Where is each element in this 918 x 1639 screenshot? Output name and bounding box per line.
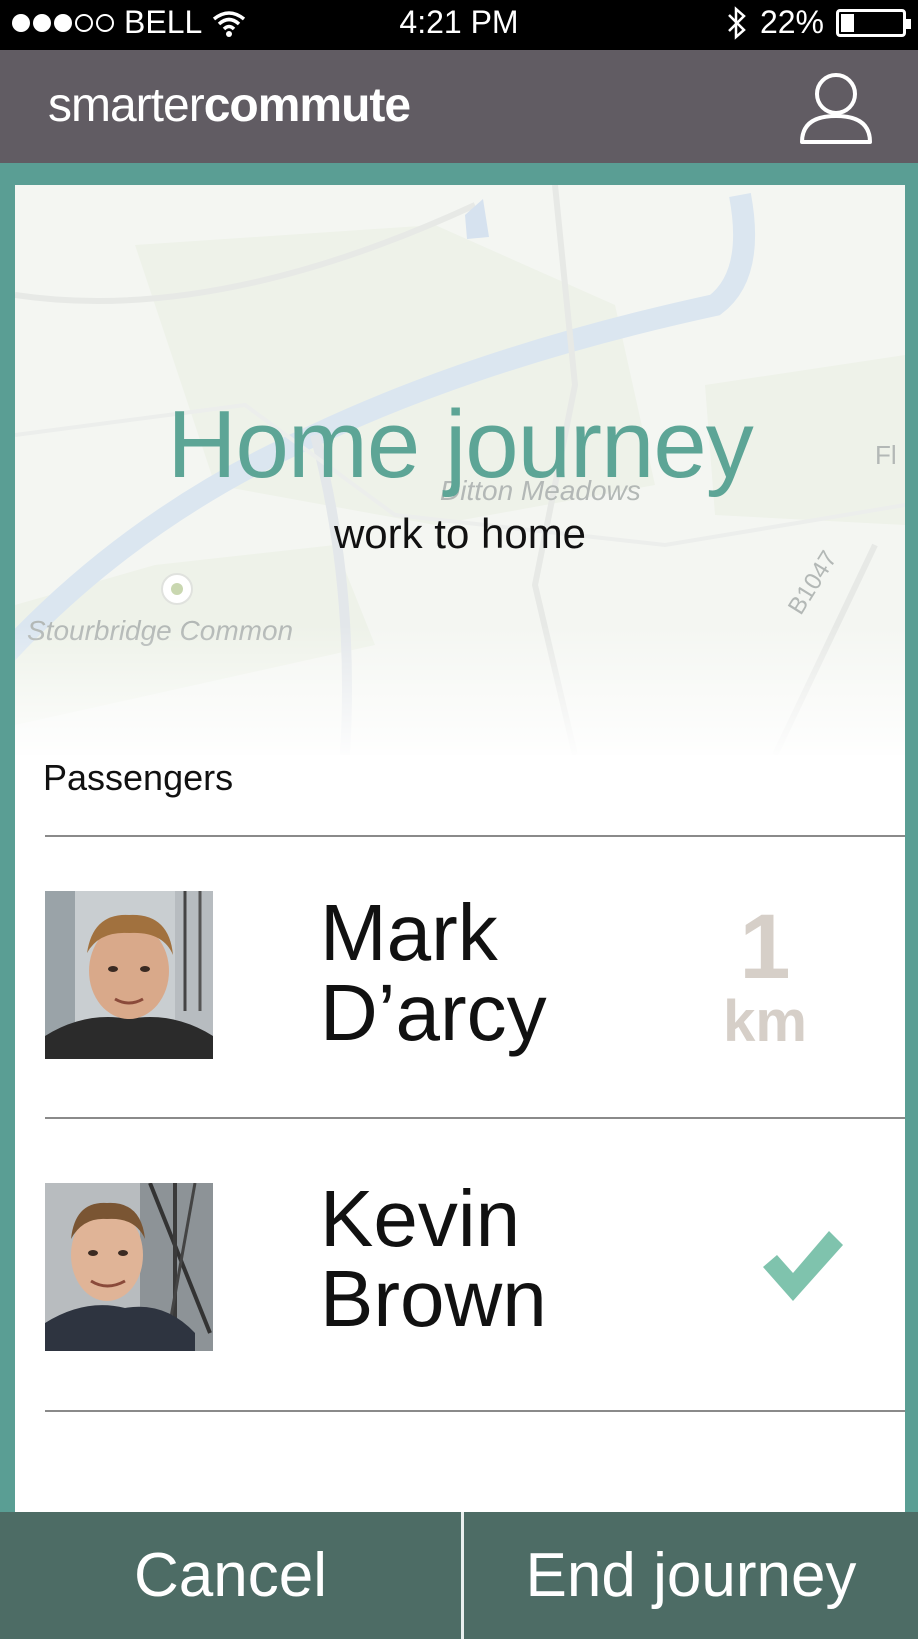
distance-badge: 1 km <box>723 896 807 1054</box>
passengers-heading: Passengers <box>43 757 234 798</box>
journey-subtitle: work to home <box>333 510 587 557</box>
end-journey-button[interactable]: End journey <box>464 1512 918 1639</box>
status-right: 22% <box>726 4 911 41</box>
passenger-name: Kevin Brown <box>320 1174 547 1343</box>
passenger-name: Mark D’arcy <box>320 888 547 1057</box>
journey-title: Home journey <box>167 391 754 498</box>
battery-icon <box>836 8 911 37</box>
app-header: smartercommute <box>0 50 918 163</box>
app-logo: smartercommute <box>48 79 411 132</box>
divider <box>45 835 905 837</box>
divider <box>45 1117 905 1119</box>
check-icon <box>763 1231 843 1301</box>
bluetooth-icon <box>728 5 746 40</box>
journey-card: Ditton Meadows Stourbridge Common B1047 … <box>15 185 905 1512</box>
route-map[interactable]: Ditton Meadows Stourbridge Common B1047 … <box>15 185 905 765</box>
divider <box>45 1410 905 1412</box>
avatar <box>45 1183 213 1351</box>
map-fade <box>15 625 905 765</box>
avatar <box>45 891 213 1059</box>
status-bar: BELL 4:21 PM 22% <box>0 0 918 50</box>
battery-percent: 22% <box>759 4 824 40</box>
user-icon[interactable] <box>796 66 876 146</box>
cancel-button[interactable]: Cancel <box>0 1512 461 1639</box>
action-bar: Cancel End journey <box>0 1512 918 1639</box>
